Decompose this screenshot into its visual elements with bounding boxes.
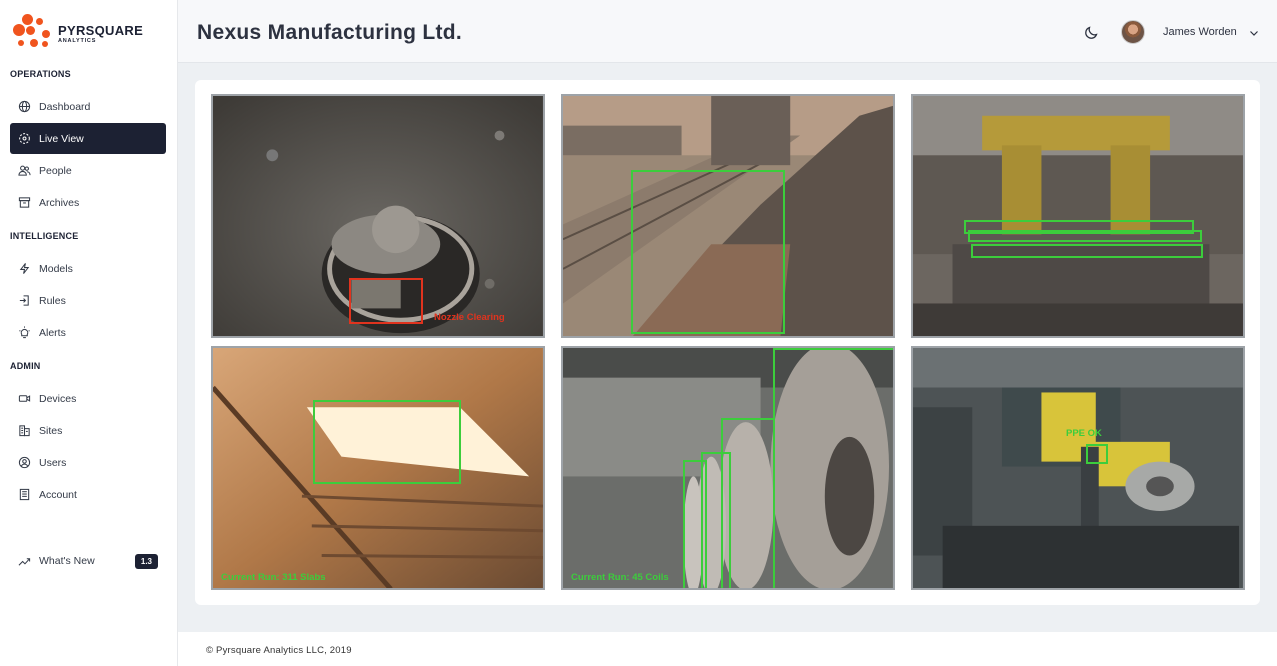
avatar[interactable]	[1121, 20, 1145, 44]
section-title-operations: OPERATIONS	[10, 69, 71, 79]
top-header: Nexus Manufacturing Ltd. James Worden	[178, 0, 1277, 63]
sidebar-item-label: Account	[39, 488, 77, 501]
chevron-down-icon[interactable]	[1248, 26, 1260, 38]
sidebar-item-label: Sites	[39, 424, 63, 437]
version-badge: 1.3	[134, 554, 158, 569]
detection-box	[971, 244, 1203, 258]
detection-box	[773, 348, 893, 588]
sidebar-item-rules[interactable]: Rules	[10, 285, 166, 316]
feed-label: PPE OK	[1066, 428, 1102, 439]
feed-label: Current Run: 311 Slabs	[221, 572, 326, 583]
brand-sub: ANALYTICS	[58, 38, 97, 44]
sidebar-item-people[interactable]: People	[10, 155, 166, 186]
video-icon	[18, 392, 31, 405]
live-icon	[18, 132, 31, 145]
feed-image	[913, 96, 1243, 336]
sidebar-item-dashboard[interactable]: Dashboard	[10, 91, 166, 122]
detection-box	[683, 460, 707, 588]
page-title: Nexus Manufacturing Ltd.	[197, 21, 463, 44]
sidebar-item-sites[interactable]: Sites	[10, 415, 166, 446]
globe-icon	[18, 100, 31, 113]
user-circle-icon	[18, 456, 31, 469]
feed-label: Current Run: 45 Coils	[571, 572, 669, 583]
sidebar-item-label: Users	[39, 456, 67, 469]
copyright-text: © Pyrsquare Analytics LLC, 2019	[206, 645, 352, 656]
trending-icon	[18, 555, 31, 568]
enter-icon	[18, 294, 31, 307]
camera-feed-coils[interactable]: Current Run: 45 Coils	[561, 346, 895, 590]
sidebar-item-label: People	[39, 164, 72, 177]
sidebar-item-account[interactable]: Account	[10, 479, 166, 510]
bolt-icon	[18, 262, 31, 275]
brand-logo[interactable]: PYRSQUARE ANALYTICS	[12, 12, 172, 52]
sidebar-item-label: Dashboard	[39, 100, 91, 113]
camera-feed-ppe[interactable]: PPE OK	[911, 346, 1245, 590]
feed-label: Nozzle Clearing	[434, 312, 505, 323]
alert-bulb-icon	[18, 326, 31, 339]
camera-feed-crane[interactable]	[911, 94, 1245, 338]
office-icon	[18, 488, 31, 501]
sidebar-item-label: Alerts	[39, 326, 66, 339]
camera-feed-slabs[interactable]: Current Run: 311 Slabs	[211, 346, 545, 590]
feed-image	[913, 348, 1243, 588]
detection-box	[631, 170, 785, 334]
sidebar-item-label: Rules	[39, 294, 66, 307]
sidebar-item-label: Models	[39, 262, 73, 275]
detection-box	[349, 278, 423, 324]
people-icon	[18, 164, 31, 177]
section-title-intelligence: INTELLIGENCE	[10, 231, 79, 241]
camera-feed-wagon[interactable]	[561, 94, 895, 338]
user-name[interactable]: James Worden	[1163, 26, 1237, 38]
sidebar-item-label: Devices	[39, 392, 77, 405]
moon-icon[interactable]	[1083, 23, 1101, 41]
sidebar: PYRSQUARE ANALYTICS OPERATIONS Dashboard…	[0, 0, 178, 666]
detection-box	[1086, 444, 1108, 464]
sidebar-item-devices[interactable]: Devices	[10, 383, 166, 414]
archive-icon	[18, 196, 31, 209]
sidebar-item-label: Archives	[39, 196, 80, 209]
live-view-card: Nozzle Clearing Current Run: 311 Slabs C…	[195, 80, 1260, 605]
building-icon	[18, 424, 31, 437]
section-title-admin: ADMIN	[10, 361, 41, 371]
sidebar-item-models[interactable]: Models	[10, 253, 166, 284]
sidebar-item-archives[interactable]: Archives	[10, 187, 166, 218]
brand-name: PYRSQUARE	[58, 23, 144, 38]
footer: © Pyrsquare Analytics LLC, 2019	[178, 632, 1277, 666]
detection-box	[313, 400, 461, 484]
whats-new-label: What's New	[39, 555, 95, 567]
detection-box	[968, 230, 1202, 242]
sidebar-item-label: Live View	[39, 132, 84, 145]
whats-new-link[interactable]: What's New 1.3	[10, 548, 166, 574]
sidebar-item-users[interactable]: Users	[10, 447, 166, 478]
camera-feed-nozzle[interactable]: Nozzle Clearing	[211, 94, 545, 338]
sidebar-item-live-view[interactable]: Live View	[10, 123, 166, 154]
logo-dots-icon	[12, 12, 54, 50]
sidebar-item-alerts[interactable]: Alerts	[10, 317, 166, 348]
